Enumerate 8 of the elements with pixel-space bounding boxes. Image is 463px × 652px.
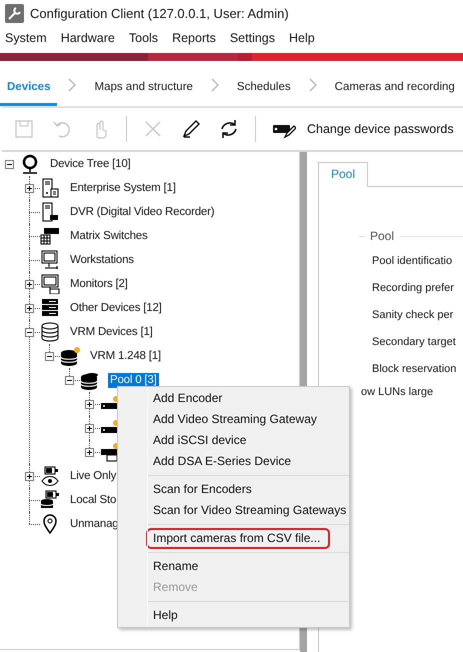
field-label: Secondary target [372, 336, 457, 350]
field-label: Pool identificatio [372, 255, 454, 269]
field-label: ow LUNs large [361, 386, 434, 400]
field-label: Recording prefer [372, 282, 455, 296]
group-title: Pool [370, 229, 394, 243]
window-title: Configuration Client (127.0.0.1, User: Admin) [30, 6, 289, 20]
field-label: Block reservation [372, 363, 458, 377]
field-label: Sanity check per [372, 309, 454, 323]
